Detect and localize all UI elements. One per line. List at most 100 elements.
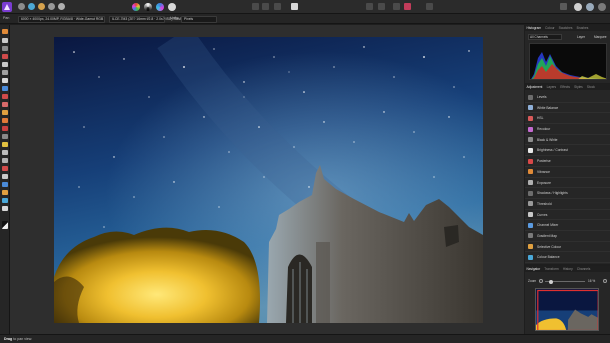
selection-brush-icon[interactable] [2,70,8,75]
align-icon[interactable] [426,3,433,10]
colour-swatch-icon[interactable] [2,221,8,229]
document-info[interactable]: 6000 × 4000px, 24.00MP, RGBA/8 · Wide-Ga… [18,15,105,23]
tab-stock[interactable]: Stock [585,84,596,90]
navigator-thumbnail[interactable] [535,288,599,331]
refine-selection-icon[interactable] [274,3,281,10]
app-logo-icon[interactable] [2,2,12,12]
zoom-slider[interactable] [545,279,585,284]
navigator-tabs: Navigator Transform History Channels [525,266,610,272]
assistant-icon[interactable] [366,3,373,10]
tab-navigator[interactable]: Navigator [525,266,542,272]
pen-tool-icon[interactable] [2,166,8,171]
view-mode-icon-3[interactable] [598,3,606,11]
tab-histogram[interactable]: Histogram [525,25,543,31]
export-persona-icon[interactable] [58,3,65,10]
document-canvas[interactable] [10,25,524,334]
main-toolbar [0,0,610,14]
blur-brush-icon[interactable] [2,150,8,155]
healing-brush-icon[interactable] [2,126,8,131]
develop-persona-icon[interactable] [38,3,45,10]
auto-levels-icon[interactable] [132,3,140,11]
order-icon[interactable] [393,3,400,10]
tab-swatches[interactable]: Swatches [557,25,574,31]
layer-toggle[interactable]: Layer [577,35,585,39]
tab-adjustment[interactable]: Adjustment [525,84,544,90]
adjustment-item[interactable]: Recolour [525,124,610,135]
tools-panel [0,25,10,334]
tone-mapping-persona-icon[interactable] [48,3,55,10]
auto-white-balance-icon[interactable] [168,3,176,11]
marquee-tool-icon[interactable] [2,78,8,83]
arrange-icon[interactable] [404,3,411,10]
photo-persona-icon[interactable] [18,3,25,10]
snapping-icon[interactable] [378,3,385,10]
camera-info[interactable]: ILCE-7M3 (2E? 16mm f/2.8 · 2.0s? ISO) SA… [109,15,181,23]
tab-channels[interactable]: Channels [575,266,591,272]
adjustment-item-label: Colour Balance [537,255,560,260]
adjustment-item[interactable]: Levels [525,92,610,103]
tab-styles[interactable]: Styles [573,84,585,90]
adjustment-item[interactable]: Shadows / Highlights [525,188,610,199]
adjustment-item[interactable]: Channel Mixer [525,220,610,231]
adjustment-item[interactable]: Selective Colour [525,242,610,253]
adjustment-item[interactable]: Curves [525,210,610,221]
brightness-contrast-icon [528,147,533,153]
adjustment-item[interactable]: Gradient Map [525,231,610,242]
liquify-persona-icon[interactable] [28,3,35,10]
status-hint: Drag to pan view. [4,337,32,341]
zoom-value[interactable]: 16 % [588,279,595,283]
adjustment-item[interactable]: Brightness / Contrast [525,145,610,157]
tab-colour[interactable]: Colour [544,25,556,31]
adjustment-item-label: Selective Colour [537,244,562,249]
view-mode-icon-1[interactable] [574,3,582,11]
erase-brush-icon[interactable] [2,102,8,107]
channel-select[interactable]: All Channels [528,34,562,40]
gradient-tool-icon[interactable] [2,198,8,203]
adjustment-item[interactable]: Threshold [525,199,610,210]
auto-contrast-icon[interactable] [144,3,152,11]
text-tool-icon[interactable] [2,190,8,195]
zoom-tool-icon[interactable] [2,206,8,211]
app-logo-glyph [4,4,10,10]
crop-tool-icon[interactable] [2,62,8,67]
move-tool-icon[interactable] [2,38,8,43]
selection-mode-icon[interactable] [252,3,259,10]
photo-night-sky-church[interactable] [54,37,483,323]
adjustment-item[interactable]: Vibrance [525,167,610,178]
adjustment-item[interactable]: HSL [525,113,610,125]
clone-brush-icon[interactable] [2,118,8,123]
paint-brush-icon[interactable] [2,94,8,99]
tab-history[interactable]: History [561,266,574,272]
personas-more-icon[interactable] [560,3,567,10]
sharpen-brush-icon[interactable] [2,158,8,163]
adjustment-item[interactable]: Colour Balance [525,252,610,263]
tab-transform[interactable]: Transform [543,266,560,272]
view-tool-icon[interactable] [2,29,8,34]
adjustment-item[interactable]: White Balance [525,103,610,114]
auto-colour-icon[interactable] [156,3,164,11]
view-mode-icon-2[interactable] [586,3,594,11]
zoom-in-icon[interactable] [603,279,607,283]
flood-fill-icon[interactable] [2,86,8,91]
adjustment-item[interactable]: Black & White [525,135,610,146]
paint-mixer-tool-icon[interactable] [2,54,8,59]
colour-picker-icon[interactable] [291,3,298,10]
tab-brushes[interactable]: Brushes [575,25,590,31]
adjustment-item[interactable]: Exposure [525,178,610,189]
quick-mask-icon[interactable] [262,3,269,10]
blemish-tool-icon[interactable] [2,134,8,139]
tab-effects[interactable]: Effects [559,84,572,90]
shape-tool-icon[interactable] [2,182,8,187]
tab-layers[interactable]: Layers [545,84,558,90]
node-tool-icon[interactable] [2,174,8,179]
dodge-brush-icon[interactable] [2,110,8,115]
adjustment-item[interactable]: Posterise [525,156,610,167]
zoom-slider-thumb[interactable] [549,279,553,284]
zoom-out-icon[interactable] [539,279,543,283]
marquee-toggle[interactable]: Marquee [594,35,607,39]
smudge-brush-icon[interactable] [2,142,8,147]
units-select[interactable]: Pixels [181,15,217,23]
adjustment-item-label: Channel Mixer [537,223,559,228]
colour-picker-tool-icon[interactable] [2,46,8,51]
colour-balance-icon [528,254,533,260]
